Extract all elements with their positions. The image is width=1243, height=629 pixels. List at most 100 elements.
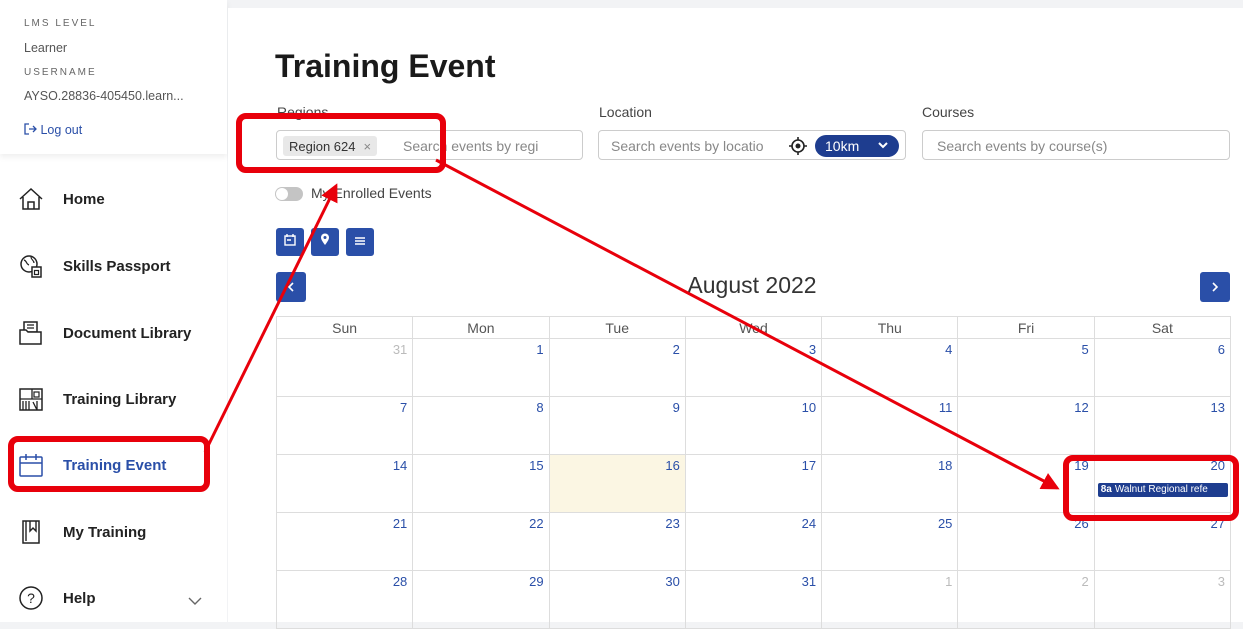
- nav-item-training-event[interactable]: Training Event: [18, 444, 208, 486]
- nav-label: Document Library: [63, 324, 192, 342]
- calendar-day[interactable]: 23: [548, 512, 686, 571]
- username-value: AYSO.28836-405450.learn...: [24, 89, 184, 103]
- svg-text:?: ?: [27, 590, 35, 606]
- region-chip-label: Region 624: [289, 138, 356, 154]
- region-chip: Region 624 ×: [283, 136, 378, 156]
- calendar-day[interactable]: 5: [957, 338, 1095, 397]
- event-time: 8a: [1100, 484, 1112, 495]
- calendar-day[interactable]: 3: [684, 338, 823, 397]
- calendar-day[interactable]: 19: [957, 454, 1095, 513]
- calendar-day[interactable]: 1: [412, 338, 550, 397]
- library-icon: [18, 386, 44, 412]
- calendar-day[interactable]: 12: [957, 396, 1095, 455]
- logout-label: Log out: [40, 123, 83, 137]
- calendar-day[interactable]: 10: [684, 396, 823, 455]
- weekday-label: Sat: [1093, 316, 1232, 339]
- calendar-day[interactable]: 27: [1093, 512, 1232, 571]
- chevron-down-icon[interactable]: [188, 593, 202, 611]
- regions-field[interactable]: Region 624 ×: [276, 130, 583, 160]
- calendar-event[interactable]: 8a Walnut Regional refe: [1097, 483, 1228, 497]
- weekday-label: Sun: [275, 316, 414, 339]
- distance-select[interactable]: 10km: [815, 135, 899, 157]
- calendar-day[interactable]: 24: [684, 512, 823, 571]
- calendar-day[interactable]: 26: [957, 512, 1095, 571]
- calendar-day[interactable]: 21: [275, 512, 414, 571]
- nav-item-document-library[interactable]: Document Library: [18, 312, 208, 354]
- calendar-day[interactable]: 15: [412, 454, 550, 513]
- calendar-day[interactable]: 11: [821, 396, 959, 455]
- enrolled-toggle[interactable]: [275, 187, 303, 201]
- crosshair-icon[interactable]: [789, 137, 807, 160]
- next-month-button[interactable]: [1200, 272, 1230, 302]
- weekday-label: Thu: [821, 316, 959, 339]
- calendar-day-today[interactable]: 16: [548, 454, 686, 513]
- folder-icon: [18, 320, 44, 346]
- calendar-view-button[interactable]: [276, 228, 304, 256]
- calendar-day[interactable]: 7: [275, 396, 414, 455]
- calendar-day[interactable]: 13: [1093, 396, 1232, 455]
- nav-label: Home: [63, 190, 105, 208]
- weekday-label: Fri: [957, 316, 1095, 339]
- nav-label: Training Event: [63, 456, 167, 474]
- weekday-header: Sun Mon Tue Wed Thu Fri Sat: [275, 316, 1232, 339]
- list-view-icon: [354, 233, 366, 251]
- logout-icon: [24, 123, 40, 137]
- calendar-day[interactable]: 6: [1093, 338, 1232, 397]
- nav-label: Training Library: [63, 390, 177, 408]
- page-title: Training Event: [275, 48, 496, 84]
- enrolled-toggle-label: My Enrolled Events: [311, 185, 432, 201]
- passport-icon: [18, 253, 44, 279]
- chevron-right-icon: [1211, 279, 1219, 295]
- nav-item-my-training[interactable]: My Training: [18, 511, 208, 553]
- calendar-day[interactable]: 8: [412, 396, 550, 455]
- courses-label: Courses: [922, 104, 975, 120]
- calendar-day[interactable]: 29: [412, 570, 550, 629]
- lms-level-value: Learner: [24, 41, 68, 55]
- calendar-day[interactable]: 4: [821, 338, 959, 397]
- calendar-week: 14 15 16 17 18 19 20 8a Walnut Regional r…: [275, 454, 1232, 513]
- calendar-day[interactable]: 14: [275, 454, 414, 513]
- nav-label: Help: [63, 589, 96, 607]
- calendar-view-icon: [284, 233, 296, 251]
- chip-remove-icon[interactable]: ×: [364, 139, 372, 154]
- location-label: Location: [599, 104, 652, 120]
- list-view-button[interactable]: [346, 228, 374, 256]
- calendar-day[interactable]: 28: [275, 570, 414, 629]
- calendar-day[interactable]: 2: [548, 338, 686, 397]
- calendar-day[interactable]: 25: [821, 512, 959, 571]
- calendar-day[interactable]: 31: [275, 338, 414, 397]
- location-search-input[interactable]: [609, 137, 789, 155]
- calendar-day[interactable]: 1: [821, 570, 959, 629]
- calendar-day[interactable]: 2: [957, 570, 1095, 629]
- calendar-week: 31 1 2 3 4 5 6: [275, 338, 1232, 397]
- location-field[interactable]: 10km: [598, 130, 906, 160]
- prev-month-button[interactable]: [276, 272, 306, 302]
- calendar-day[interactable]: 3: [1093, 570, 1232, 629]
- month-title: August 2022: [687, 272, 817, 298]
- regions-search-input[interactable]: [401, 137, 581, 155]
- calendar-day-with-event[interactable]: 20 8a Walnut Regional refe: [1093, 454, 1232, 513]
- calendar-day[interactable]: 17: [684, 454, 823, 513]
- chevron-down-icon: [877, 138, 889, 155]
- calendar-day[interactable]: 9: [548, 396, 686, 455]
- nav-item-home[interactable]: Home: [18, 178, 208, 220]
- nav-item-training-library[interactable]: Training Library: [18, 378, 208, 420]
- calendar-day[interactable]: 31: [684, 570, 823, 629]
- nav-item-skills-passport[interactable]: Skills Passport: [18, 245, 208, 287]
- calendar-day[interactable]: 30: [548, 570, 686, 629]
- logout-link[interactable]: Log out: [24, 123, 82, 137]
- courses-field[interactable]: [922, 130, 1230, 160]
- nav-item-help[interactable]: ? Help: [18, 577, 208, 619]
- calendar-day[interactable]: 18: [821, 454, 959, 513]
- map-view-button[interactable]: [311, 228, 339, 256]
- calendar-week: 21 22 23 24 25 26 27: [275, 512, 1232, 571]
- calendar-day[interactable]: 22: [412, 512, 550, 571]
- courses-search-input[interactable]: [935, 137, 1224, 155]
- calendar-grid: Sun Mon Tue Wed Thu Fri Sat 31 1 2 3 4 5…: [275, 316, 1232, 629]
- bookmark-book-icon: [18, 519, 44, 545]
- day-number: 20: [1210, 458, 1225, 473]
- calendar-icon: [18, 452, 44, 478]
- username-label: USERNAME: [24, 67, 97, 78]
- map-view-icon: [320, 233, 330, 251]
- weekday-label: Tue: [548, 316, 686, 339]
